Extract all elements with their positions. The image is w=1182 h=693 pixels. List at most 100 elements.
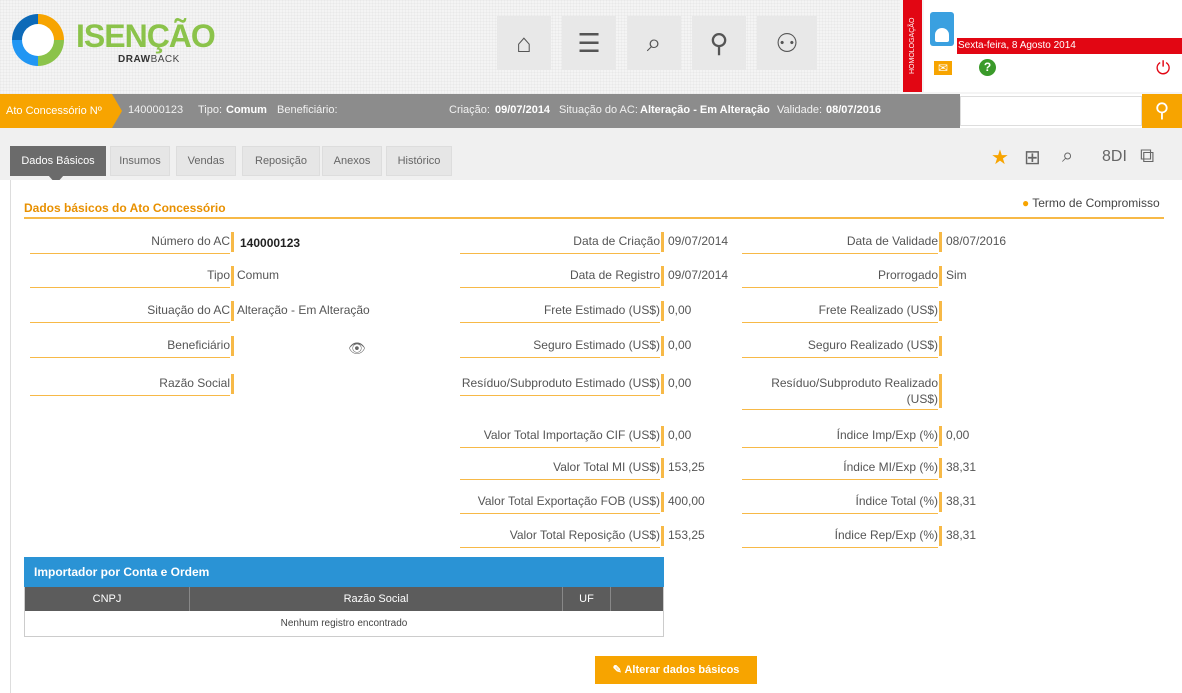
field-razao-social: Razão Social (30, 374, 234, 396)
valor-mi-value: 153,25 (668, 460, 705, 474)
tipo-label: Tipo: (198, 104, 223, 116)
search-documents-button[interactable]: ⌕ (627, 16, 681, 70)
add-document-button[interactable]: ⊞ (1024, 145, 1041, 170)
logo-icon-center (22, 24, 54, 56)
field-tipo: Tipo (30, 266, 234, 288)
copy-icon: ⧉ (1140, 145, 1155, 167)
column-uf[interactable]: UF (563, 587, 611, 611)
field-seguro-estimado: Seguro Estimado (US$) (460, 336, 664, 358)
users-monitor-button[interactable]: ⚇ (757, 16, 817, 70)
tab-insumos[interactable]: Insumos (110, 146, 170, 176)
importador-table-header: CNPJ Razão Social UF (25, 587, 663, 611)
field-valor-mi: Valor Total MI (US$) (460, 458, 664, 480)
document-list-icon: ☰ (577, 27, 601, 58)
field-indice-mi-exp: Índice MI/Exp (%) (742, 458, 942, 480)
field-indice-imp-exp: Índice Imp/Exp (%) (742, 426, 942, 448)
field-indice-rep-exp: Índice Rep/Exp (%) (742, 526, 942, 548)
mail-icon[interactable]: ✉ (934, 61, 952, 75)
situacao-value: Alteração - Em Alteração (640, 104, 770, 116)
di-button[interactable]: 8DI (1102, 148, 1127, 166)
field-data-registro: Data de Registro (460, 266, 664, 288)
validade-value: 08/07/2016 (826, 104, 882, 116)
frete-estimado-value: 0,00 (668, 303, 692, 317)
field-valor-reposicao: Valor Total Reposição (US$) (460, 526, 664, 548)
column-razao-social[interactable]: Razão Social (190, 587, 563, 611)
star-icon: ★ (991, 147, 1009, 169)
empty-message: Nenhum registro encontrado (280, 618, 408, 629)
eye-icon[interactable]: 👁 (348, 340, 366, 357)
pin-icon: ● (1022, 196, 1030, 210)
indice-mi-exp-value: 38,31 (946, 460, 977, 474)
field-residuo-realizado: Resíduo/Subproduto Realizado (US$) (742, 374, 942, 410)
field-data-criacao: Data de Criação (460, 232, 664, 254)
residuo-estimado-value: 0,00 (668, 376, 692, 390)
search-document-icon: ⌕ (1062, 145, 1074, 167)
valor-exportacao-fob-value: 400,00 (668, 494, 705, 508)
search-plus-button[interactable]: ⚲ (692, 16, 746, 70)
favorite-button[interactable]: ★ (991, 145, 1009, 170)
situacao-label: Situação do AC: (559, 104, 638, 116)
valor-importacao-cif-value: 0,00 (668, 428, 692, 442)
field-valor-importacao-cif: Valor Total Importação CIF (US$) (460, 426, 664, 448)
help-icon[interactable]: ? (979, 59, 996, 76)
tipo-value: Comum (226, 104, 267, 116)
indice-total-value: 38,31 (946, 494, 977, 508)
tab-dados-basicos[interactable]: Dados Básicos (10, 146, 106, 176)
column-cnpj[interactable]: CNPJ (25, 587, 190, 611)
indice-imp-exp-value: 0,00 (946, 428, 970, 442)
field-residuo-estimado: Resíduo/Subproduto Estimado (US$) (460, 374, 664, 396)
data-validade-value: 08/07/2016 (946, 234, 1007, 248)
search-icon: ⚲ (1154, 100, 1170, 122)
di-icon: 8DI (1102, 148, 1127, 165)
field-frete-estimado: Frete Estimado (US$) (460, 301, 664, 323)
situacao-value-field: Alteração - Em Alteração (237, 303, 370, 317)
tab-reposicao[interactable]: Reposição (242, 146, 320, 176)
ac-number-tag: Ato Concessório Nº (0, 94, 112, 128)
indice-rep-exp-value: 38,31 (946, 528, 977, 542)
section-divider (24, 217, 1164, 219)
document-list-button[interactable]: ☰ (562, 16, 616, 70)
search-input[interactable] (960, 96, 1142, 126)
data-registro-value: 09/07/2014 (668, 268, 729, 282)
search-document-button[interactable]: ⌕ (1062, 145, 1073, 168)
field-situacao: Situação do AC (30, 301, 234, 323)
user-icon[interactable] (930, 12, 954, 46)
field-beneficiario: Beneficiário (30, 336, 234, 358)
field-data-validade: Data de Validade (742, 232, 942, 254)
add-document-icon: ⊞ (1024, 147, 1041, 169)
alterar-dados-button[interactable]: ✎ Alterar dados básicos (595, 656, 757, 684)
field-indice-total: Índice Total (%) (742, 492, 942, 514)
criacao-value: 09/07/2014 (495, 104, 551, 116)
search-documents-icon: ⌕ (646, 27, 662, 57)
field-seguro-realizado: Seguro Realizado (US$) (742, 336, 942, 358)
logo-subtitle: DRAWBACK (118, 54, 180, 65)
logo-title: ISENÇÃO (76, 18, 216, 54)
tag-arrow (112, 94, 122, 128)
tab-anexos[interactable]: Anexos (322, 146, 382, 176)
field-prorrogado: Prorrogado (742, 266, 942, 288)
termo-compromisso-link[interactable]: ● Termo de Compromisso (1022, 196, 1160, 210)
copy-button[interactable]: ⧉ (1140, 145, 1154, 168)
search-plus-icon: ⚲ (709, 27, 729, 58)
numero-ac-value: 140000123 (240, 236, 301, 250)
home-icon: ⌂ (516, 27, 532, 58)
criacao-label: Criação: (449, 104, 490, 116)
tab-historico[interactable]: Histórico (386, 146, 452, 176)
home-button[interactable]: ⌂ (497, 16, 551, 70)
edit-icon: ✎ (612, 664, 625, 676)
tab-vendas[interactable]: Vendas (176, 146, 236, 176)
field-frete-realizado: Frete Realizado (US$) (742, 301, 942, 323)
users-monitor-icon: ⚇ (775, 27, 799, 58)
beneficiario-label: Beneficiário: (277, 104, 338, 116)
environment-badge: HOMOLOGAÇÃO (903, 0, 922, 92)
valor-reposicao-value: 153,25 (668, 528, 705, 542)
field-valor-exportacao-fob: Valor Total Exportação FOB (US$) (460, 492, 664, 514)
prorrogado-value: Sim (946, 268, 967, 282)
search-button[interactable]: ⚲ (1142, 94, 1182, 128)
seguro-estimado-value: 0,00 (668, 338, 692, 352)
current-date: Sexta-feira, 8 Agosto 2014 (958, 40, 1076, 51)
ac-number: 140000123 (128, 104, 184, 116)
field-numero-ac: Número do AC (30, 232, 234, 254)
power-icon[interactable]: ⏻ (1156, 58, 1170, 79)
validade-label: Validade: (777, 104, 823, 116)
